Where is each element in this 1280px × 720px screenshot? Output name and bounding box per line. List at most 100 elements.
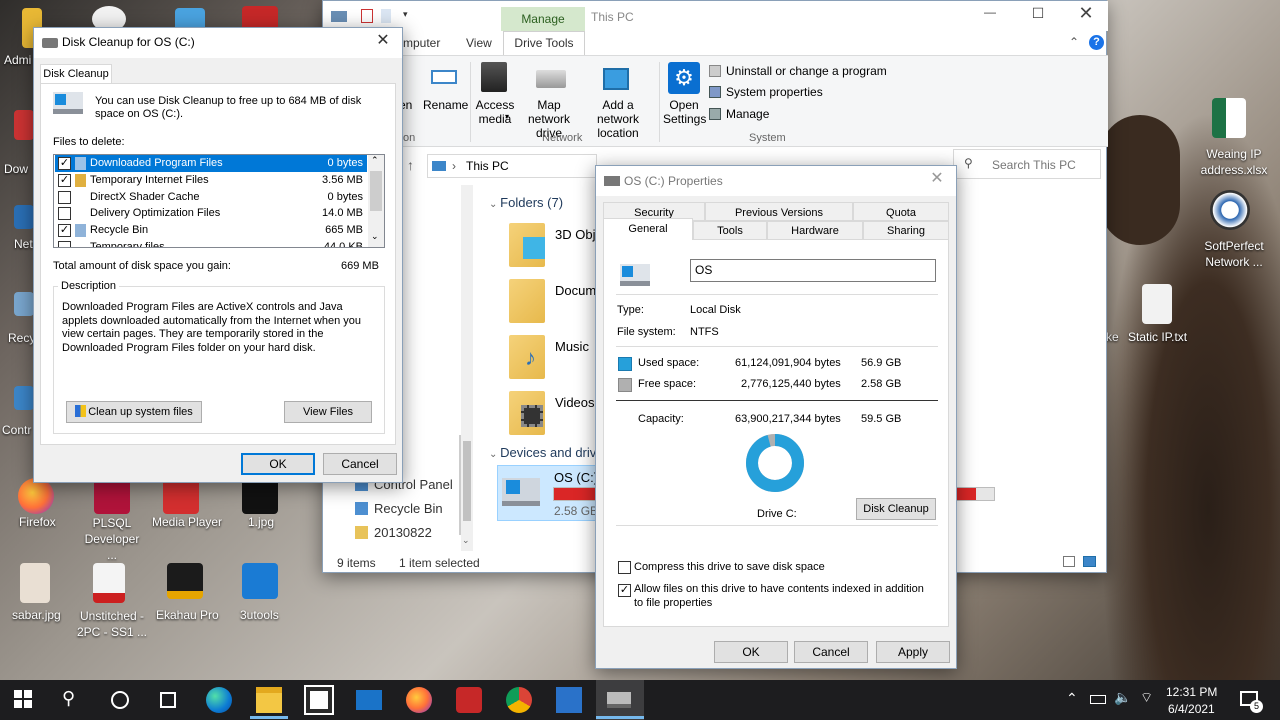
open-settings-button[interactable]: ⚙ Open Settings [663,60,706,126]
index-checkbox[interactable]: ✓ [618,584,631,597]
file-category-row[interactable]: ✓ Recycle Bin 665 MB [55,222,367,239]
nav-scrollbar-track[interactable]: ⌄ [461,185,473,551]
chevron-up-icon[interactable]: ⌃ [1069,35,1079,49]
image-file-icon[interactable] [242,478,278,514]
close-button[interactable]: ✕ [1071,3,1101,27]
properties-icon[interactable] [361,9,373,23]
media-player-icon[interactable] [556,687,582,713]
scroll-up-icon[interactable]: ⌃ [371,155,379,166]
image-file-icon[interactable] [20,563,50,603]
tab-disk-cleanup[interactable]: Disk Cleanup [40,64,112,84]
up-arrow-icon[interactable]: ↑ [407,157,414,173]
tab-sharing[interactable]: Sharing [863,220,949,240]
chrome-icon[interactable] [506,687,532,713]
file-category-row[interactable]: DirectX Shader Cache 0 bytes [55,189,367,206]
devices-section-header[interactable]: ⌄ Devices and drive [489,445,604,460]
close-button[interactable]: ✕ [922,168,952,192]
tab-previous-versions[interactable]: Previous Versions [705,202,853,222]
softperfect-icon[interactable] [1210,190,1250,230]
recorder-icon[interactable] [456,687,482,713]
mail-icon[interactable] [356,690,382,710]
file-explorer-taskbar-icon[interactable] [256,687,282,713]
details-view-icon[interactable] [1063,556,1075,567]
show-hidden-icons[interactable]: ⌃ [1066,690,1078,707]
apply-button[interactable]: Apply [876,641,950,663]
chevron-down-icon[interactable]: ▾ [403,9,408,20]
ok-button[interactable]: OK [714,641,788,663]
file-category-row[interactable]: ✓ Temporary Internet Files 3.56 MB [55,172,367,189]
plsql-icon[interactable] [94,478,130,514]
pdf-icon[interactable] [93,563,125,603]
file-category-row[interactable]: ✓ Downloaded Program Files 0 bytes [55,155,367,172]
folder-item[interactable]: 3D Obje [503,215,603,271]
shortcut-icon[interactable] [14,110,34,140]
tab-drive-tools[interactable]: Drive Tools [503,31,585,55]
folder-item[interactable]: Docume [503,271,603,327]
add-network-location-button[interactable]: Add a network location [581,60,655,140]
cortana-icon[interactable] [111,691,129,709]
uninstall-program-link[interactable]: Uninstall or change a program [709,64,887,80]
folder-item[interactable]: Videos [503,383,603,439]
tab-general[interactable]: General [603,218,693,240]
quick-access-toolbar[interactable]: ▾ [331,9,411,25]
start-button[interactable] [14,690,32,708]
files-list[interactable]: ✓ Downloaded Program Files 0 bytes ✓ Tempora… [53,154,385,248]
wifi-icon[interactable]: ⌔ [1140,689,1153,707]
system-properties-link[interactable]: System properties [709,85,849,101]
task-view-icon[interactable] [160,692,176,708]
store-icon[interactable] [304,685,334,715]
ekahau-icon[interactable] [167,563,203,599]
access-media-button[interactable]: Access media ▾ [473,60,517,126]
nav-item[interactable]: 20130822 [355,525,432,545]
file-category-checkbox[interactable] [58,190,71,204]
edge-icon[interactable] [206,687,232,713]
nav-item[interactable]: Recycle Bin [355,501,443,521]
file-category-row[interactable]: Temporary files 44.0 KB [55,239,367,247]
file-category-checkbox[interactable]: ✓ [58,157,71,170]
volume-icon[interactable]: 🔈 [1114,689,1131,706]
minimize-button[interactable]: — [975,5,1005,27]
recycle-bin-icon[interactable] [14,292,34,316]
compress-checkbox[interactable] [618,561,631,574]
list-scrollbar[interactable]: ⌃ ⌄ [368,155,384,247]
maximize-button[interactable]: ☐ [1023,5,1053,27]
cancel-button[interactable]: Cancel [323,453,397,475]
media-player-icon[interactable] [163,478,199,514]
scrollbar-thumb[interactable] [463,441,471,521]
new-folder-icon[interactable] [381,9,391,23]
file-category-checkbox[interactable] [58,207,71,221]
scroll-down-icon[interactable]: ⌄ [371,231,379,242]
network-icon[interactable] [14,205,34,229]
search-box[interactable]: ⚲ Search This PC [953,149,1101,179]
3utools-icon[interactable] [242,563,278,599]
battery-icon[interactable] [1090,695,1106,704]
large-icons-view-icon[interactable] [1083,556,1096,567]
text-file-icon[interactable] [1142,284,1172,324]
file-category-checkbox[interactable]: ✓ [58,173,71,187]
ok-button[interactable]: OK [241,453,315,475]
tab-hardware[interactable]: Hardware [767,220,863,240]
clock-time[interactable]: 12:31 PM [1166,685,1217,699]
file-category-checkbox[interactable]: ✓ [58,224,71,238]
clean-up-system-files-button[interactable]: Clean up system files [66,401,202,423]
manage-link[interactable]: Manage [709,107,789,123]
file-category-checkbox[interactable] [58,241,71,247]
control-panel-icon[interactable] [14,386,34,410]
folder-item[interactable]: ♪ Music [503,327,603,383]
firefox-icon[interactable] [406,687,432,713]
close-button[interactable]: ✕ [368,30,398,54]
address-bar[interactable]: › This PC [427,154,597,178]
search-icon[interactable]: ⚲ [62,688,75,709]
folders-section-header[interactable]: ⌄ Folders (7) [489,195,563,210]
help-icon[interactable]: ? [1089,35,1104,50]
tab-tools[interactable]: Tools [693,220,767,240]
disk-cleanup-button[interactable]: Disk Cleanup [856,498,936,520]
excel-file-icon[interactable] [1212,98,1246,138]
manage-tab[interactable]: Manage [501,7,585,31]
rename-button[interactable]: Rename [423,60,468,120]
drive-name-input[interactable]: OS [690,259,936,282]
map-network-drive-button[interactable]: Map network drive [516,60,582,140]
scroll-down-icon[interactable]: ⌄ [462,535,470,546]
file-category-row[interactable]: Delivery Optimization Files 14.0 MB [55,205,367,222]
view-files-button[interactable]: View Files [284,401,372,423]
